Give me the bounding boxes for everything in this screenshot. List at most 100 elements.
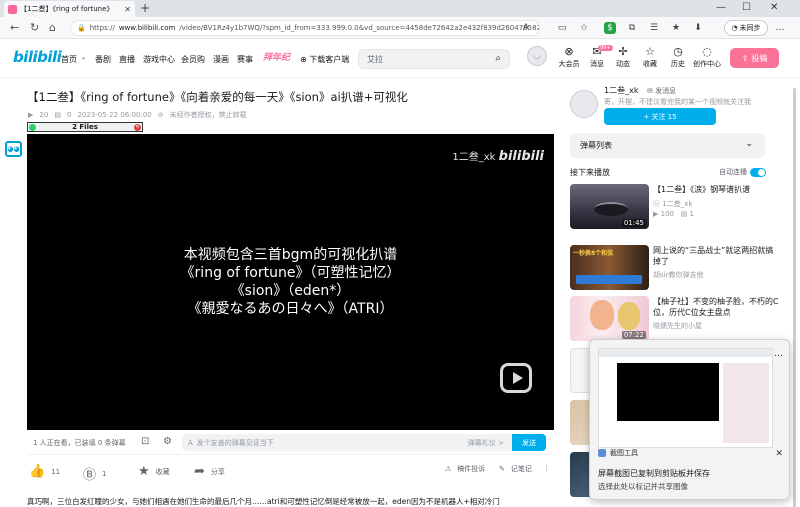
upload-button[interactable]: ⇪ 投稿 [730,48,779,68]
read-aloud-icon[interactable]: A [520,22,532,34]
browser-tab[interactable]: 【1二叁】《ring of fortune》 ✕ [4,1,135,17]
star-icon: ★ [138,464,150,479]
danmaku-toggle-icon[interactable]: ⊡ [141,436,149,447]
new-tab-icon[interactable]: + [140,1,150,15]
follow-button[interactable]: + 关注 15 [604,108,716,125]
home-icon[interactable]: ⌂ [49,21,56,34]
tv-mascot-icon[interactable]: ◕◕ [5,141,22,157]
refresh-icon[interactable]: ↻ [30,21,39,34]
avatar[interactable]: ◡ [527,46,547,66]
header-message[interactable]: ✉ 99+ 消息 [583,45,613,69]
dynamic-icon: ✢ [618,45,628,58]
header-favorite[interactable]: ☆ 收藏 [636,45,664,69]
profile-sync-button[interactable]: ◔ 未同步 [724,20,768,36]
rec-title[interactable]: 【柚子社】不变的柚子脸，不朽的C位，历代C位女主盘点 [653,296,780,318]
bulb-icon: ◌ [702,45,712,58]
maximize-icon[interactable]: ☐ [742,2,751,13]
rec-thumbnail[interactable]: 01:45 [570,184,649,229]
extensions-icon[interactable]: ⧉ [626,22,638,34]
note-icon: ✎ [499,465,505,473]
promo-banner[interactable]: 拜年纪 [263,50,290,63]
share-icon: ➦ [194,464,205,479]
rec-duration: 07:22 [621,331,646,339]
files-overlay-bar[interactable]: 2 Files ✕ [27,122,143,132]
nav-live[interactable]: 直播 [119,54,135,65]
rec-author[interactable]: ⓤ 1二叁_xk [653,199,692,209]
play-icon[interactable] [500,363,532,393]
vip-icon: ⊗ [564,45,574,58]
danmaku-etiquette-link[interactable]: 弹幕礼仪 > [468,438,504,448]
download-client-link[interactable]: ⊕ 下载客户端 [300,54,349,65]
rec-author[interactable]: 胡sir教你弹吉他 [653,270,703,280]
nav-home[interactable]: 首页 [61,54,77,65]
danmaku-list-label: 弹幕列表 [580,141,612,150]
screenshot-preview[interactable] [598,348,774,448]
scrollbar-thumb[interactable] [793,88,796,507]
toggle-switch[interactable] [750,167,766,177]
nav-anime[interactable]: 番剧 [95,54,111,65]
nav-mall[interactable]: 会员购 [181,54,205,65]
header-history[interactable]: ◷ 历史 [664,45,692,69]
split-screen-icon[interactable]: ▭ [556,22,568,34]
favorite-icon[interactable]: ☆ [578,22,590,34]
minimize-icon[interactable]: — [716,2,726,13]
danmaku-list-panel[interactable]: 弹幕列表 ⌄ [570,133,765,158]
copyright-icon: ⊘ [157,111,164,119]
snipping-tool-notification[interactable]: … ✕ 截图工具 屏幕截图已复制到剪贴板并保存 选择此处以标记并共享图像 [589,339,790,500]
rec-card-1[interactable]: 01:45 【1二叁】《涙》钢琴谱扒谱 ⓤ 1二叁_xk ▶ 100 ▤ 1 [570,184,780,229]
favorites-bar-icon[interactable]: ★ [670,22,682,34]
danmaku-settings-icon[interactable]: ⚙ [163,436,172,447]
like-button[interactable]: 👍 11 [29,464,60,479]
report-button[interactable]: ⚠ 稿件投诉 [445,464,485,474]
uploader-avatar[interactable] [570,90,598,118]
rec-card-3[interactable]: 07:22 【柚子社】不变的柚子脸，不朽的C位，历代C位女主盘点 晓儒先生的小屋 [570,296,780,341]
share-button[interactable]: ➦ 分享 [194,464,225,479]
close-icon[interactable]: ✕ [775,449,783,459]
header-dynamic[interactable]: ✢ 动态 [609,45,637,69]
collections-icon[interactable]: ☰ [648,22,660,34]
rec-plays: 100 [660,210,674,218]
extension-icon[interactable]: $ [604,22,616,34]
rec-author[interactable]: 晓儒先生的小屋 [653,321,702,331]
url-path: /video/BV1Rz4y1b7WQ/?spm_id_from=333.999… [179,24,540,32]
snip-title: 屏幕截图已复制到剪贴板并保存 [598,469,710,478]
send-danmaku-button[interactable]: 发送 [512,434,546,451]
back-icon[interactable]: ← [10,21,19,34]
notes-button[interactable]: ✎ 记笔记 [499,464,532,474]
close-icon[interactable]: ✕ [134,124,141,131]
nav-game-center[interactable]: 游戏中心 [143,54,175,65]
search-icon[interactable]: ⌕ [495,53,501,64]
favorite-button[interactable]: ★ 收藏 [138,464,170,479]
notes-label: 记笔记 [510,465,532,473]
close-window-icon[interactable]: ✕ [770,2,778,13]
share-label: 分享 [210,467,225,476]
more-icon[interactable]: … [774,22,786,34]
rec-thumbnail[interactable]: 07:22 [570,296,649,341]
snip-app-name: 截图工具 [610,449,638,457]
rec-card-2[interactable]: 一秒换8个和弦 网上说的“三品战士”就这两招就搞掉了 胡sir教你弹吉他 [570,245,780,290]
nav-esports[interactable]: 赛事 [237,54,253,65]
bilibili-logo[interactable]: bilibili [13,48,62,66]
danmaku-input[interactable]: A 发个友善的弹幕见证当下 弹幕礼仪 > [182,434,512,451]
header-vip[interactable]: ⊗ 大会员 [555,45,583,69]
close-tab-icon[interactable]: ✕ [124,5,131,14]
downloads-icon[interactable]: ⬇ [692,22,704,34]
search-input[interactable]: 艾拉 ⌕ [358,49,510,69]
uploader-name[interactable]: 1二叁_xk [604,86,638,95]
coin-button[interactable]: Ⓑ 1 [83,464,106,483]
autoplay-toggle[interactable]: 自动连播 [719,167,766,177]
page-scrollbar[interactable] [791,80,798,507]
rec-author-name: 晓儒先生的小屋 [653,322,702,330]
more-icon[interactable]: ⋮ [543,464,550,472]
video-player[interactable]: 1二叁_xk bilibili 本视频包含三首bgm的可视化扒谱 《ring o… [27,134,554,430]
rec-title[interactable]: 网上说的“三品战士”就这两招就搞掉了 [653,245,780,267]
url-field[interactable]: 🔒 https://www.bilibili.com/video/BV1Rz4y… [70,20,540,36]
header-creator[interactable]: ◌ 创作中心 [693,45,721,69]
rec-title[interactable]: 【1二叁】《涙》钢琴谱扒谱 [653,184,780,195]
more-icon[interactable]: … [774,349,783,359]
rec-stats: ▶ 100 ▤ 1 [653,210,694,218]
danmaku-style-icon[interactable]: A [188,439,193,447]
rec-thumbnail[interactable]: 一秒换8个和弦 [570,245,649,290]
nav-manga[interactable]: 漫画 [213,54,229,65]
send-message-link[interactable]: ✉ 发消息 [647,87,676,95]
